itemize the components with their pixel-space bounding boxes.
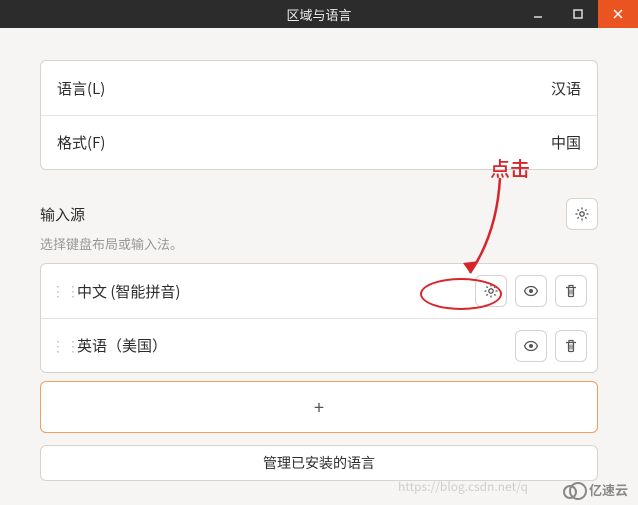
add-input-source-button[interactable]: + [40, 381, 598, 433]
manage-languages-label: 管理已安装的语言 [263, 453, 375, 473]
format-label: 格式(F) [57, 132, 105, 153]
input-sources-title: 输入源 [40, 204, 85, 225]
maximize-button[interactable] [558, 0, 598, 28]
drag-handle-icon[interactable]: ⋮⋮ [51, 336, 67, 356]
region-settings-card: 语言(L) 汉语 格式(F) 中国 [40, 60, 598, 170]
trash-icon [563, 338, 579, 354]
plus-icon: + [314, 394, 324, 420]
close-button[interactable] [598, 0, 638, 28]
gear-icon [483, 283, 499, 299]
input-source-row: ⋮⋮ 英语（美国） [41, 318, 597, 372]
watermark-url: https://blog.csdn.net/q [398, 478, 528, 495]
minimize-button[interactable] [518, 0, 558, 28]
watermark-brand-text: 亿速云 [589, 480, 628, 499]
input-source-row: ⋮⋮ 中文 (智能拼音) [41, 264, 597, 318]
input-sources-list: ⋮⋮ 中文 (智能拼音) [40, 263, 598, 373]
input-source-name: 中文 (智能拼音) [77, 281, 465, 302]
manage-languages-button[interactable]: 管理已安装的语言 [40, 445, 598, 481]
titlebar: 区域与语言 [0, 0, 638, 28]
input-sources-subtitle: 选择键盘布局或输入法。 [40, 234, 598, 253]
window-controls [518, 0, 638, 28]
eye-icon [523, 338, 539, 354]
gear-icon [574, 206, 590, 222]
input-source-delete-button[interactable] [555, 275, 587, 307]
drag-handle-icon[interactable]: ⋮⋮ [51, 281, 67, 301]
eye-icon [523, 283, 539, 299]
format-value: 中国 [551, 132, 581, 153]
input-source-preview-button[interactable] [515, 275, 547, 307]
content-area: 语言(L) 汉语 格式(F) 中国 输入源 选择键盘布局或输入法。 ⋮⋮ 中文 … [0, 28, 638, 505]
language-value: 汉语 [551, 78, 581, 99]
language-row[interactable]: 语言(L) 汉语 [41, 61, 597, 115]
input-sources-settings-button[interactable] [566, 198, 598, 230]
language-label: 语言(L) [57, 78, 105, 99]
trash-icon [563, 283, 579, 299]
input-source-name: 英语（美国） [77, 335, 505, 356]
input-source-settings-button[interactable] [475, 275, 507, 307]
watermark-brand: 亿速云 [561, 480, 628, 499]
cloud-icon [561, 482, 585, 498]
input-source-delete-button[interactable] [555, 330, 587, 362]
input-sources-header: 输入源 [40, 198, 598, 230]
format-row[interactable]: 格式(F) 中国 [41, 115, 597, 169]
input-source-preview-button[interactable] [515, 330, 547, 362]
window-title: 区域与语言 [286, 5, 351, 24]
